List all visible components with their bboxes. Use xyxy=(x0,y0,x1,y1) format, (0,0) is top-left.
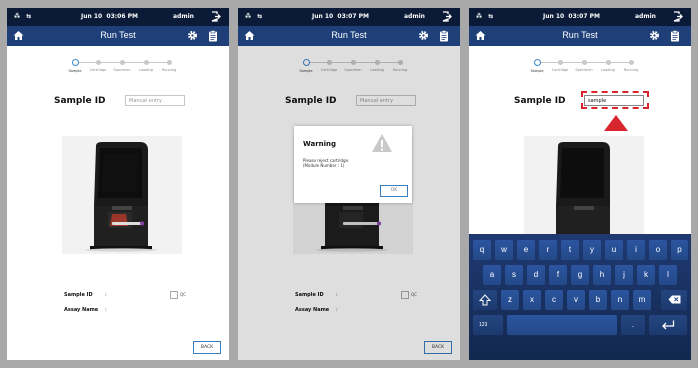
shift-icon xyxy=(478,294,492,306)
device-image xyxy=(62,136,182,254)
modal-overlay xyxy=(238,46,460,360)
gear-icon[interactable] xyxy=(418,30,429,41)
logout-icon[interactable] xyxy=(211,11,221,22)
step-running: Running xyxy=(154,58,184,72)
enter-key[interactable] xyxy=(649,315,687,335)
warning-message: Please reject cartridge. (Module Number :… xyxy=(303,158,350,168)
key-o[interactable]: o xyxy=(649,240,667,260)
sample-id-label: Sample ID xyxy=(54,96,106,106)
period-key[interactable]: . xyxy=(621,315,645,335)
status-datetime: Jun 10 03:07 PM xyxy=(543,13,600,20)
key-f[interactable]: f xyxy=(549,265,567,285)
onscreen-keyboard: q w e r t y u i o p a s d f g h j k l z xyxy=(469,234,691,360)
backspace-key[interactable] xyxy=(661,290,687,310)
analyzer-device-illustration xyxy=(556,142,610,234)
sample-id-colon: : xyxy=(105,292,107,298)
key-y[interactable]: y xyxy=(583,240,601,260)
shift-key[interactable] xyxy=(473,290,497,310)
input-highlight-frame xyxy=(581,91,649,109)
sample-id-summary-label: Sample ID xyxy=(64,292,93,298)
key-u[interactable]: u xyxy=(605,240,623,260)
key-k[interactable]: k xyxy=(637,265,655,285)
key-c[interactable]: c xyxy=(545,290,563,310)
key-q[interactable]: q xyxy=(473,240,491,260)
status-bar: ⁂ ⇆ Jun 10 03:07 PM admin xyxy=(238,8,460,26)
clipboard-icon[interactable] xyxy=(439,30,449,42)
network-icon: ⁂ ⇆ xyxy=(245,13,265,20)
qc-checkbox[interactable] xyxy=(170,291,178,299)
gear-icon[interactable] xyxy=(649,30,660,41)
screen-warning-dialog: ⁂ ⇆ Jun 10 03:07 PM admin Run Test Sampl… xyxy=(238,8,460,360)
keyboard-row-2: a s d f g h j k l xyxy=(469,265,691,287)
key-r[interactable]: r xyxy=(539,240,557,260)
status-datetime: Jun 10 03:07 PM xyxy=(312,13,369,20)
key-x[interactable]: x xyxy=(523,290,541,310)
numbers-key[interactable]: 123 xyxy=(473,315,503,335)
pointer-arrow xyxy=(604,115,628,131)
warning-title: Warning xyxy=(303,140,337,148)
analyzer-device-illustration xyxy=(85,142,157,252)
key-n[interactable]: n xyxy=(611,290,629,310)
status-user: admin xyxy=(173,13,194,20)
app-header: Run Test xyxy=(7,26,229,46)
logout-icon[interactable] xyxy=(673,11,683,22)
back-button[interactable]: BACK xyxy=(193,341,221,354)
status-user: admin xyxy=(404,13,425,20)
status-bar: ⁂ ⇆ Jun 10 03:06 PM admin xyxy=(7,8,229,26)
key-e[interactable]: e xyxy=(517,240,535,260)
key-d[interactable]: d xyxy=(527,265,545,285)
keyboard-row-1: q w e r t y u i o p xyxy=(469,240,691,262)
ok-button[interactable]: OK xyxy=(380,185,408,197)
network-icon: ⁂ ⇆ xyxy=(476,13,496,20)
status-bar: ⁂ ⇆ Jun 10 03:07 PM admin xyxy=(469,8,691,26)
warning-icon xyxy=(372,134,392,152)
space-key[interactable] xyxy=(507,315,617,335)
keyboard-row-3: z x c v b n m xyxy=(469,290,691,312)
key-m[interactable]: m xyxy=(633,290,651,310)
warning-dialog: Warning Please reject cartridge. (Module … xyxy=(294,126,412,203)
progress-stepper: Sample Cartridge Specimen Loading Runnin… xyxy=(67,58,177,78)
key-s[interactable]: s xyxy=(505,265,523,285)
assay-name-label: Assay Name xyxy=(64,307,99,313)
key-t[interactable]: t xyxy=(561,240,579,260)
sample-id-label: Sample ID xyxy=(514,96,566,106)
enter-icon xyxy=(662,320,675,330)
progress-stepper: Sample Cartridge Specimen Loading Runnin… xyxy=(529,58,639,78)
key-w[interactable]: w xyxy=(495,240,513,260)
key-a[interactable]: a xyxy=(483,265,501,285)
key-v[interactable]: v xyxy=(567,290,585,310)
key-l[interactable]: l xyxy=(659,265,677,285)
logout-icon[interactable] xyxy=(442,11,452,22)
gear-icon[interactable] xyxy=(187,30,198,41)
screen-sample-id-keyboard: ⁂ ⇆ Jun 10 03:07 PM admin Run Test Sampl… xyxy=(469,8,691,360)
device-image xyxy=(524,136,644,234)
network-icon: ⁂ ⇆ xyxy=(14,13,34,20)
app-header: Run Test xyxy=(469,26,691,46)
clipboard-icon[interactable] xyxy=(670,30,680,42)
key-g[interactable]: g xyxy=(571,265,589,285)
status-user: admin xyxy=(635,13,656,20)
backspace-icon xyxy=(668,295,680,304)
app-header: Run Test xyxy=(238,26,460,46)
status-datetime: Jun 10 03:06 PM xyxy=(81,13,138,20)
step-running: Running xyxy=(616,58,646,72)
assay-name-colon: : xyxy=(105,307,107,313)
key-z[interactable]: z xyxy=(501,290,519,310)
key-i[interactable]: i xyxy=(627,240,645,260)
clipboard-icon[interactable] xyxy=(208,30,218,42)
key-p[interactable]: p xyxy=(671,240,688,260)
keyboard-row-4: 123 . xyxy=(469,315,691,337)
key-j[interactable]: j xyxy=(615,265,633,285)
qc-label: QC xyxy=(180,292,186,297)
sample-id-input[interactable]: Manual entry xyxy=(125,95,185,106)
screen-sample-id-step: ⁂ ⇆ Jun 10 03:06 PM admin Run Test Sampl… xyxy=(7,8,229,360)
key-b[interactable]: b xyxy=(589,290,607,310)
key-h[interactable]: h xyxy=(593,265,611,285)
